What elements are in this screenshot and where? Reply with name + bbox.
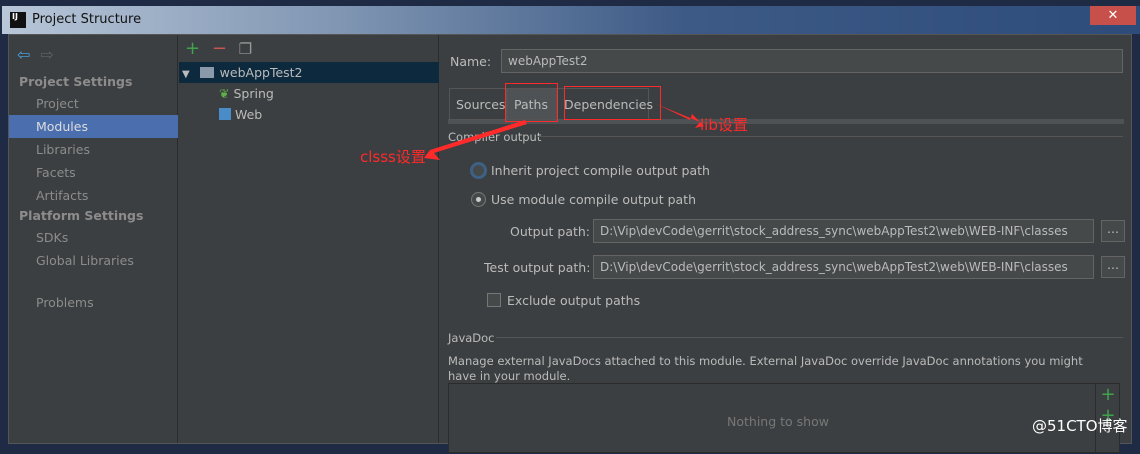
watermark: @51CTO博客 — [1032, 417, 1128, 435]
class-annotation: clsss设置 — [360, 148, 426, 166]
arrow-class — [424, 120, 527, 160]
annotation-arrows — [424, 104, 704, 160]
lib-annotation: lib设置 — [700, 116, 748, 134]
arrow-lib — [656, 104, 704, 128]
